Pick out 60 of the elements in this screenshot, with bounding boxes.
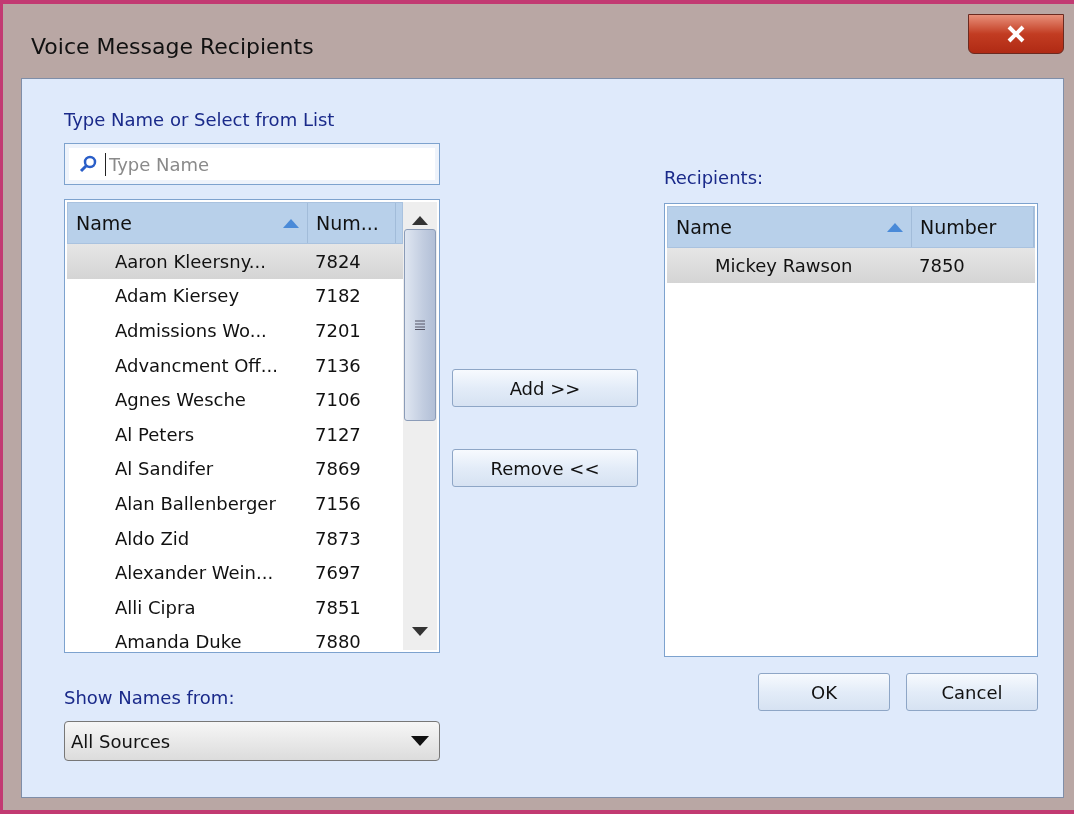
dialog-button[interactable]: Cancel xyxy=(906,673,1038,711)
list-row[interactable]: Mickey Rawson 7850 xyxy=(667,248,1035,283)
column-header-label: Number xyxy=(920,216,997,238)
list-row[interactable]: Aaron Kleersny... 7824 xyxy=(67,244,403,279)
directory-list[interactable] xyxy=(64,199,440,653)
name-cell-text: Aldo Zid xyxy=(114,527,191,549)
number-cell-text: 7824 xyxy=(314,250,362,272)
grip-icon xyxy=(415,320,425,330)
name-cell-text: Alan Ballenberger xyxy=(114,492,277,514)
number-cell-text: 7182 xyxy=(314,285,362,307)
name-cell-text: Agnes Wesche xyxy=(114,389,247,411)
source-dropdown[interactable]: All Sources xyxy=(64,721,440,761)
name-cell-text: Mickey Rawson xyxy=(714,254,854,276)
name-cell-text: Adam Kiersey xyxy=(114,285,241,307)
number-cell-text: 7156 xyxy=(314,492,362,514)
number-cell-text: 7851 xyxy=(314,596,362,618)
number-cell-text: 7869 xyxy=(314,458,362,480)
column-header-label: Name xyxy=(676,216,733,238)
name-cell-text: Alli Cipra xyxy=(114,596,197,618)
number-cell-text: 7106 xyxy=(314,389,362,411)
column-header[interactable]: Number xyxy=(912,207,1034,247)
number-cell-text: 7201 xyxy=(314,320,362,341)
action-button[interactable]: Add >> xyxy=(452,369,638,407)
column-header-label: Num... xyxy=(316,212,379,234)
sort-ascending-icon xyxy=(887,222,903,232)
name-cell-text: Amanda Duke xyxy=(114,631,243,650)
scroll-thumb[interactable] xyxy=(404,229,436,421)
source-label: Show Names from: xyxy=(64,687,236,710)
scrollbar[interactable] xyxy=(403,202,437,650)
name-cell-text: Admissions Wo... xyxy=(114,320,268,341)
column-header[interactable]: Num... xyxy=(308,203,396,243)
search-box[interactable]: Type Name xyxy=(64,143,440,185)
action-button[interactable]: Remove << xyxy=(452,449,638,487)
recipients-label: Recipients: xyxy=(664,167,765,190)
name-cell-text: Al Peters xyxy=(114,423,196,445)
number-cell-text: 7136 xyxy=(314,354,362,376)
name-cell-text: Al Sandifer xyxy=(114,458,215,480)
column-header[interactable]: Name xyxy=(668,207,912,247)
dialog-button[interactable]: OK xyxy=(758,673,890,711)
sort-ascending-icon xyxy=(283,218,299,228)
close-button[interactable] xyxy=(968,14,1064,54)
window-title: Voice Message Recipients xyxy=(31,34,314,59)
scroll-down-icon[interactable] xyxy=(412,627,428,636)
search-icon xyxy=(79,155,97,173)
search-field[interactable]: Type Name xyxy=(105,152,433,176)
number-cell-text: 7127 xyxy=(314,423,362,445)
recipients-list[interactable]: Name Number Mickey Rawson 7850 xyxy=(664,203,1038,657)
number-cell-text: 7880 xyxy=(314,631,362,650)
name-cell-text: Advancment Off... xyxy=(114,354,279,376)
search-label: Type Name or Select from List xyxy=(64,109,336,132)
name-cell-text: Alexander Wein... xyxy=(114,562,275,584)
number-cell-text: 7697 xyxy=(314,562,362,584)
column-header[interactable]: Name xyxy=(68,203,308,243)
name-cell-text: Aaron Kleersny... xyxy=(114,250,267,272)
number-cell-text: 7873 xyxy=(314,527,362,549)
close-icon xyxy=(1006,25,1026,43)
scroll-up-icon[interactable] xyxy=(412,216,428,225)
column-header-label: Name xyxy=(76,212,133,234)
dropdown-caret-icon xyxy=(411,736,429,746)
number-cell-text: 7850 xyxy=(918,254,966,276)
